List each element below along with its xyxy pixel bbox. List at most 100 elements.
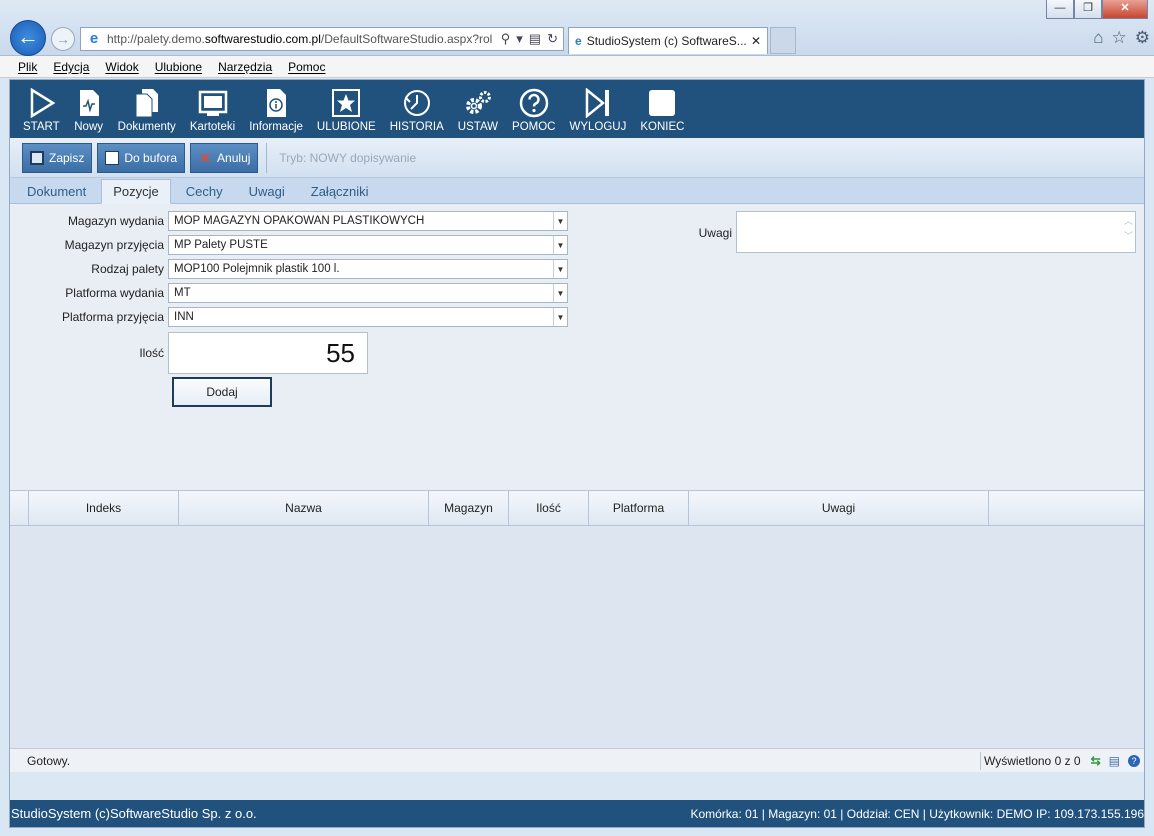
tab-cechy[interactable]: Cechy: [175, 184, 234, 203]
toolbar-informacje[interactable]: Informacje: [242, 88, 310, 138]
platforma-wydania-select[interactable]: MT ▼: [168, 283, 568, 303]
column-header-uwagi[interactable]: Uwagi: [689, 491, 989, 525]
toolbar-historia[interactable]: HISTORIA: [383, 88, 451, 138]
search-icon[interactable]: ⚲: [501, 31, 511, 47]
platforma-przyjecia-select[interactable]: INN ▼: [168, 307, 568, 327]
favorites-star-icon[interactable]: ☆: [1112, 28, 1127, 48]
row-ilosc: Ilość 55: [10, 332, 368, 374]
tab-pozycje[interactable]: Pozycje: [101, 179, 171, 204]
toolbar-wyloguj-label: WYLOGUJ: [569, 121, 627, 133]
platforma-wydania-label: Platforma wydania: [65, 286, 164, 300]
footer-session-info: Komórka: 01 | Magazyn: 01 | Oddział: CEN…: [690, 806, 1144, 821]
browser-tab-title: StudioSystem (c) SoftwareS...: [586, 34, 746, 48]
footer-bar: StudioSystem (c)SoftwareStudio Sp. z o.o…: [10, 800, 1144, 827]
tab-dokument[interactable]: Dokument: [16, 184, 97, 203]
chevron-down-icon[interactable]: ▼: [553, 284, 567, 302]
window-controls: — ❐ ✕: [1046, 0, 1148, 19]
toolbar-ulubione[interactable]: ULUBIONE: [310, 88, 383, 138]
add-button[interactable]: Dodaj: [172, 377, 272, 407]
refresh-icon[interactable]: ⇆: [1091, 754, 1101, 768]
minimize-button[interactable]: —: [1046, 0, 1074, 19]
magazyn-wydania-select[interactable]: MOP MAGAZYN OPAKOWAŃ PLASTIKOWYCH ▼: [168, 211, 568, 231]
toolbar-nowy-label: Nowy: [74, 121, 104, 133]
refresh-icon[interactable]: ↻: [547, 31, 558, 47]
menu-widok[interactable]: Widok: [105, 60, 138, 74]
toolbar-pomoc[interactable]: POMOC: [505, 88, 562, 138]
save-button-label: Zapisz: [49, 150, 85, 165]
row-magazyn-przyjecia: Magazyn przyjęcia MP Palety PUSTE ▼: [10, 235, 568, 255]
gears-icon: [463, 88, 493, 118]
chevron-down-icon[interactable]: ▼: [553, 236, 567, 254]
grid-body[interactable]: [10, 526, 1144, 748]
uwagi-textarea[interactable]: ︿ ﹀: [736, 211, 1136, 253]
grid-filler-header: [989, 491, 1144, 525]
close-window-button[interactable]: ✕: [1102, 0, 1148, 19]
address-url[interactable]: http://palety.demo.softwarestudio.com.pl…: [107, 32, 496, 46]
column-header-platforma[interactable]: Platforma: [589, 491, 689, 525]
forward-button[interactable]: →: [51, 27, 75, 51]
toolbar-start[interactable]: START: [16, 88, 67, 138]
close-tab-icon[interactable]: ✕: [751, 34, 761, 48]
tab-zalaczniki[interactable]: Załączniki: [300, 184, 380, 203]
browser-tab[interactable]: e StudioSystem (c) SoftwareS... ✕: [568, 27, 768, 54]
column-header-ilosc[interactable]: Ilość: [509, 491, 589, 525]
monitor-icon: [198, 88, 228, 118]
new-tab-button[interactable]: [770, 27, 796, 54]
magazyn-przyjecia-select[interactable]: MP Palety PUSTE ▼: [168, 235, 568, 255]
toolbar-informacje-label: Informacje: [249, 121, 303, 133]
save-button[interactable]: Zapisz: [22, 142, 93, 173]
tab-bar: Dokument Pozycje Cechy Uwagi Załączniki: [10, 178, 1144, 204]
menu-pomoc[interactable]: Pomoc: [288, 60, 325, 74]
rodzaj-palety-select[interactable]: MOP100 Polejmnik plastik 100 l. ▼: [168, 259, 568, 279]
column-header-indeks[interactable]: Indeks: [29, 491, 179, 525]
toolbar-kartoteki[interactable]: Kartoteki: [183, 88, 242, 138]
toolbar-dokumenty[interactable]: Dokumenty: [111, 88, 183, 138]
menu-edycja[interactable]: Edycja: [53, 60, 89, 74]
toolbar-kartoteki-label: Kartoteki: [189, 121, 236, 133]
compatibility-icon[interactable]: ▤: [529, 31, 541, 47]
magazyn-wydania-value: MOP MAGAZYN OPAKOWAŃ PLASTIKOWYCH: [174, 215, 425, 227]
to-buffer-button[interactable]: Do bufora: [97, 142, 186, 173]
back-button[interactable]: ←: [10, 20, 46, 56]
menu-bar: Plik Edycja Widok Ulubione Narzędzia Pom…: [0, 56, 1154, 78]
chevron-down-icon[interactable]: ▼: [553, 260, 567, 278]
arrow-left-icon: ←: [17, 24, 39, 49]
row-rodzaj-palety: Rodzaj palety MOP100 Polejmnik plastik 1…: [10, 259, 568, 279]
info-icon: [261, 88, 291, 118]
home-icon[interactable]: ⌂: [1093, 28, 1103, 48]
column-header-nazwa[interactable]: Nazwa: [179, 491, 429, 525]
rodzaj-palety-value: MOP100 Polejmnik plastik 100 l.: [174, 263, 340, 275]
menu-narzedzia[interactable]: Narzędzia: [218, 60, 272, 74]
chevron-down-icon[interactable]: ▼: [553, 308, 567, 326]
cancel-button[interactable]: ✕ Anuluj: [190, 142, 259, 173]
address-bar[interactable]: e http://palety.demo.softwarestudio.com.…: [80, 27, 564, 51]
toolbar-nowy[interactable]: Nowy: [67, 88, 111, 138]
restore-button[interactable]: ❐: [1074, 0, 1102, 19]
settings-gear-icon[interactable]: ⚙: [1135, 28, 1150, 48]
platforma-przyjecia-label: Platforma przyjęcia: [61, 310, 164, 324]
documents-icon: [132, 88, 162, 118]
row-platforma-wydania: Platforma wydania MT ▼: [10, 283, 568, 303]
play-icon: [26, 88, 56, 118]
clipboard-icon: [105, 150, 120, 165]
stop-icon: [647, 88, 677, 118]
toolbar-ustaw-label: USTAW: [457, 121, 499, 133]
note-icon[interactable]: ▤: [1109, 754, 1120, 768]
logout-icon: [583, 88, 613, 118]
ilosc-input[interactable]: 55: [168, 332, 368, 374]
column-header-magazyn[interactable]: Magazyn: [429, 491, 509, 525]
action-toolbar: Zapisz Do bufora ✕ Anuluj Tryb: NOWY dop…: [10, 138, 1144, 178]
dropdown-icon[interactable]: ▾: [516, 31, 523, 47]
toolbar-ustaw[interactable]: USTAW: [451, 88, 505, 138]
ilosc-label: Ilość: [139, 346, 164, 360]
chevron-down-icon[interactable]: ▼: [553, 212, 567, 230]
help-icon[interactable]: ?: [1128, 754, 1140, 767]
menu-ulubione[interactable]: Ulubione: [155, 60, 202, 74]
ie-tab-icon: e: [575, 34, 582, 48]
textarea-scroll-icon[interactable]: ︿ ﹀: [1124, 214, 1133, 244]
toolbar-koniec[interactable]: KONIEC: [633, 88, 691, 138]
menu-plik[interactable]: Plik: [18, 60, 37, 74]
tab-uwagi[interactable]: Uwagi: [238, 184, 296, 203]
toolbar-wyloguj[interactable]: WYLOGUJ: [563, 88, 634, 138]
url-path: /DefaultSoftwareStudio.aspx?rol: [320, 32, 493, 46]
